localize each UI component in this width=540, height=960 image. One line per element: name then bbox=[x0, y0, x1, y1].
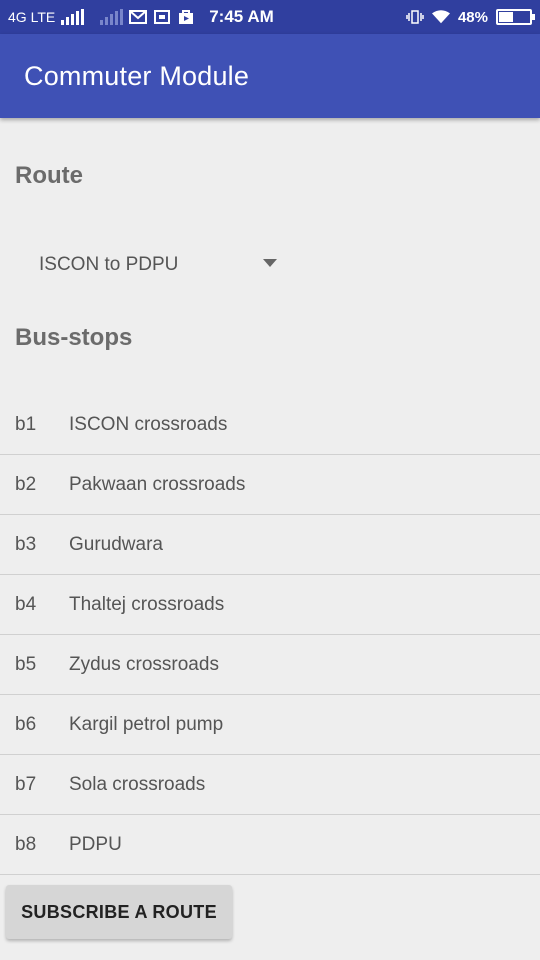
clock: 7:45 AM bbox=[209, 7, 274, 26]
route-heading: Route bbox=[15, 162, 83, 189]
battery-icon bbox=[496, 9, 535, 25]
bus-stop-name: Thaltej crossroads bbox=[69, 593, 225, 615]
signal-icon bbox=[61, 9, 85, 25]
bus-stop-name: Kargil petrol pump bbox=[69, 713, 224, 735]
status-bar: 4G LTE 7:45 AM 48% bbox=[0, 0, 540, 34]
list-item[interactable]: b3 Gurudwara bbox=[0, 515, 540, 575]
play-store-icon bbox=[177, 9, 195, 25]
bus-stop-code: b7 bbox=[15, 773, 37, 795]
list-item[interactable]: b8 PDPU bbox=[0, 815, 540, 875]
signal-dim-icon bbox=[100, 9, 124, 25]
wifi-icon bbox=[431, 9, 450, 25]
app-bar: Commuter Module bbox=[0, 34, 540, 118]
bus-stop-name: PDPU bbox=[69, 833, 122, 855]
list-item[interactable]: b7 Sola crossroads bbox=[0, 755, 540, 815]
bus-stop-code: b1 bbox=[15, 413, 37, 435]
bus-stop-code: b8 bbox=[15, 833, 37, 855]
mail-icon bbox=[129, 9, 148, 25]
route-dropdown[interactable]: ISCON to PDPU bbox=[39, 250, 279, 280]
bus-stop-code: b6 bbox=[15, 713, 37, 735]
subscribe-route-button[interactable]: SUBSCRIBE A ROUTE bbox=[6, 885, 232, 939]
bus-stop-code: b2 bbox=[15, 473, 37, 495]
list-item[interactable]: b4 Thaltej crossroads bbox=[0, 575, 540, 635]
bus-stop-name: Pakwaan crossroads bbox=[69, 473, 246, 495]
bus-stops-heading: Bus-stops bbox=[15, 324, 133, 351]
app-title: Commuter Module bbox=[24, 60, 250, 91]
bus-stop-code: b3 bbox=[15, 533, 37, 555]
route-selected-value: ISCON to PDPU bbox=[39, 254, 179, 275]
network-type: 4G LTE bbox=[8, 9, 56, 25]
list-item[interactable]: b2 Pakwaan crossroads bbox=[0, 455, 540, 515]
list-item[interactable]: b6 Kargil petrol pump bbox=[0, 695, 540, 755]
bus-stop-name: ISCON crossroads bbox=[69, 413, 228, 435]
list-item[interactable]: b1 ISCON crossroads bbox=[0, 395, 540, 455]
bus-stop-name: Zydus crossroads bbox=[69, 653, 219, 675]
list-item[interactable]: b5 Zydus crossroads bbox=[0, 635, 540, 695]
battery-percent: 48% bbox=[457, 8, 488, 26]
screenshot-icon bbox=[153, 9, 171, 25]
bus-stop-code: b4 bbox=[15, 593, 37, 615]
bus-stop-list: b1 ISCON crossroads b2 Pakwaan crossroads b3… bbox=[0, 395, 540, 875]
bus-stop-code: b5 bbox=[15, 653, 37, 675]
vibrate-icon bbox=[406, 9, 424, 25]
bus-stop-name: Sola crossroads bbox=[69, 773, 206, 795]
dropdown-arrow-icon bbox=[263, 259, 277, 267]
bus-stop-name: Gurudwara bbox=[69, 533, 163, 555]
